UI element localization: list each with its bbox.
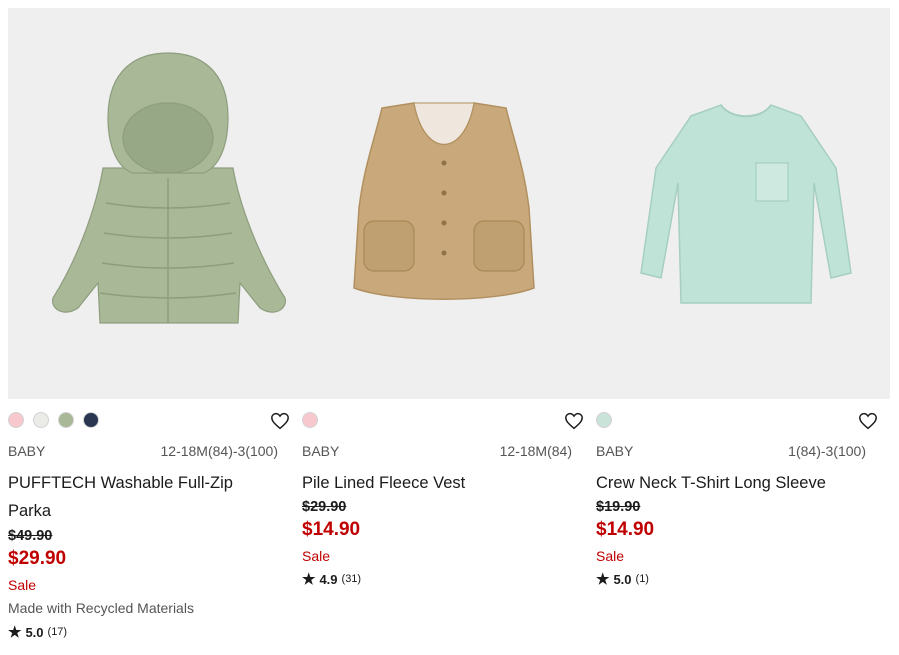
product-rating[interactable]: ★ 5.0 (1) — [596, 570, 649, 588]
product-sizes: 1(84)-3(100) — [788, 443, 866, 459]
puffer-jacket-icon — [52, 52, 286, 324]
product-name[interactable]: Crew Neck T-Shirt Long Sleeve — [596, 469, 856, 497]
product-meta: BABY 12-18M(84) — [302, 443, 572, 459]
star-icon: ★ — [302, 571, 316, 588]
sale-label: Sale — [302, 548, 331, 564]
color-swatches — [8, 412, 99, 430]
sale-price: $29.90 — [8, 548, 67, 569]
product-image-tshirt[interactable] — [596, 8, 876, 399]
color-swatches — [596, 412, 612, 430]
favorite-heart-icon[interactable] — [270, 412, 290, 430]
swatch-pink[interactable] — [8, 412, 24, 428]
swatch-olive[interactable] — [58, 412, 74, 428]
product-rating[interactable]: ★ 5.0 (17) — [8, 623, 67, 641]
color-swatches — [302, 412, 318, 430]
product-category: BABY — [302, 443, 340, 459]
rating-value: 5.0 — [25, 624, 44, 640]
long-sleeve-tshirt-icon — [640, 104, 852, 304]
review-count: (1) — [635, 573, 649, 585]
swatch-pink[interactable] — [302, 412, 318, 428]
favorite-heart-icon[interactable] — [564, 412, 584, 430]
original-price: $19.90 — [596, 499, 641, 515]
product-sizes: 12-18M(84) — [499, 443, 572, 459]
product-name[interactable]: PUFFTECH Washable Full-Zip Parka — [8, 469, 268, 525]
fleece-vest-icon — [353, 102, 535, 300]
product-meta: BABY 1(84)-3(100) — [596, 443, 866, 459]
swatch-navy[interactable] — [83, 412, 99, 428]
product-name[interactable]: Pile Lined Fleece Vest — [302, 469, 562, 497]
product-category: BABY — [596, 443, 634, 459]
sale-price: $14.90 — [302, 519, 361, 540]
product-note: Made with Recycled Materials — [8, 600, 194, 616]
product-sizes: 12-18M(84)-3(100) — [160, 443, 279, 459]
sale-price: $14.90 — [596, 519, 655, 540]
star-icon: ★ — [596, 571, 610, 588]
rating-value: 5.0 — [613, 571, 632, 587]
favorite-heart-icon[interactable] — [858, 412, 878, 430]
original-price: $29.90 — [302, 499, 347, 515]
original-price: $49.90 — [8, 528, 53, 544]
rating-value: 4.9 — [319, 571, 338, 587]
star-icon: ★ — [8, 624, 22, 641]
product-image-vest[interactable] — [294, 8, 574, 399]
swatch-off-white[interactable] — [33, 412, 49, 428]
product-image-parka[interactable] — [8, 8, 288, 399]
product-rating[interactable]: ★ 4.9 (31) — [302, 570, 361, 588]
review-count: (31) — [341, 573, 362, 585]
product-category: BABY — [8, 443, 46, 459]
product-meta: BABY 12-18M(84)-3(100) — [8, 443, 278, 459]
sale-label: Sale — [596, 548, 625, 564]
sale-label: Sale — [8, 577, 37, 593]
swatch-mint[interactable] — [596, 412, 612, 428]
review-count: (17) — [47, 626, 68, 638]
